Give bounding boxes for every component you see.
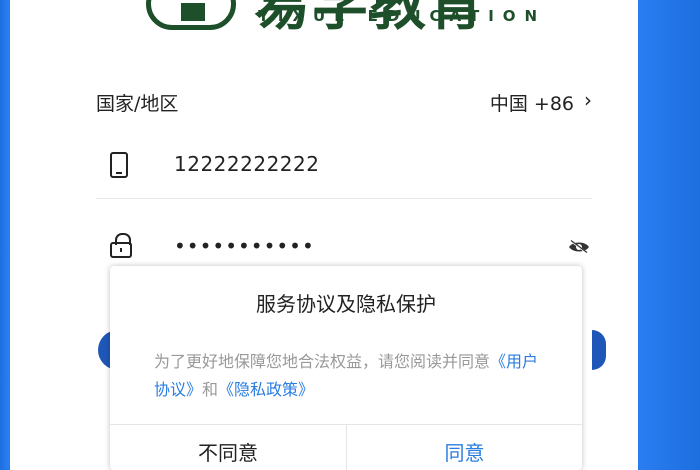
lock-icon — [110, 233, 132, 258]
region-value: 中国 +86 — [489, 93, 574, 115]
seal-icon — [146, 0, 236, 30]
dialog-body: 为了更好地保障您地合法权益，请您阅读并同意《用户协议》和《隐私政策》 — [154, 348, 544, 404]
region-selector[interactable]: 国家/地区 中国 +86 › — [96, 86, 592, 116]
region-label: 国家/地区 — [96, 93, 179, 115]
dialog-body-text: 为了更好地保障您地合法权益，请您阅读并同意 — [154, 352, 491, 371]
login-button-edge-right[interactable] — [592, 330, 606, 370]
password-input[interactable]: ••••••••••• — [174, 234, 315, 258]
agree-button[interactable]: 同意 — [347, 425, 582, 470]
phone-icon — [110, 152, 128, 178]
dialog-title: 服务协议及隐私保护 — [256, 292, 436, 316]
brand-tagline: YIXUE EDUCATION — [258, 7, 547, 25]
dialog-actions: 不同意 同意 — [110, 424, 582, 470]
phone-input[interactable]: 12222222222 — [174, 152, 319, 176]
disagree-button[interactable]: 不同意 — [110, 425, 346, 470]
eye-hidden-icon[interactable] — [568, 240, 590, 254]
privacy-dialog: 服务协议及隐私保护 为了更好地保障您地合法权益，请您阅读并同意《用户协议》和《隐… — [110, 266, 582, 470]
brand-logo: 易学教育 YIXUE EDUCATION — [142, 0, 582, 48]
phone-field[interactable]: 12222222222 — [96, 146, 592, 199]
chevron-right-icon: › — [584, 88, 592, 112]
privacy-link[interactable]: 《隐私政策》 — [218, 380, 314, 399]
dialog-body-and: 和 — [202, 380, 219, 399]
